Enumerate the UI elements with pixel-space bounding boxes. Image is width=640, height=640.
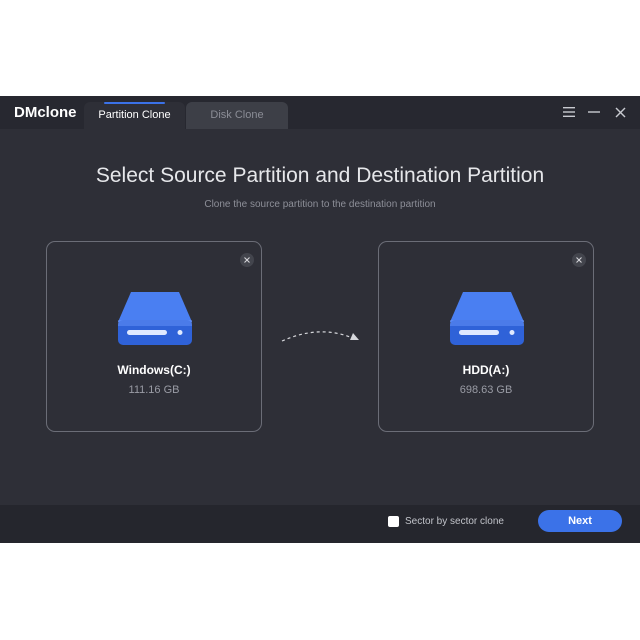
destination-drive-size: 698.63 GB <box>459 384 513 396</box>
close-icon <box>615 107 625 117</box>
drive-icon <box>118 292 192 345</box>
remove-source-button[interactable] <box>240 253 254 267</box>
app-title: DMclone <box>14 104 77 121</box>
title-bar: DMclone Partition Clone Disk Clone <box>0 96 640 129</box>
source-partition-card[interactable]: Windows(C:) 111.16 GB <box>46 241 262 432</box>
app-window: DMclone Partition Clone Disk Clone Selec… <box>0 96 640 543</box>
drive-icon <box>450 292 524 345</box>
close-icon <box>244 257 250 263</box>
direction-arrow-icon <box>281 331 359 342</box>
tab-partition-clone[interactable]: Partition Clone <box>84 102 185 129</box>
close-icon <box>576 257 582 263</box>
menu-button[interactable] <box>558 101 580 123</box>
footer-bar: Sector by sector clone Next <box>0 505 640 543</box>
sector-clone-label[interactable]: Sector by sector clone <box>405 516 504 527</box>
destination-partition-card[interactable]: HDD(A:) 698.63 GB <box>378 241 594 432</box>
next-button[interactable]: Next <box>538 510 622 532</box>
minimize-button[interactable] <box>583 101 605 123</box>
menu-icon <box>563 107 575 117</box>
source-drive-name: Windows(C:) <box>117 363 191 377</box>
destination-drive-name: HDD(A:) <box>462 363 510 377</box>
close-button[interactable] <box>609 101 631 123</box>
tab-disk-clone[interactable]: Disk Clone <box>186 102 288 129</box>
page-title: Select Source Partition and Destination … <box>95 164 545 187</box>
remove-destination-button[interactable] <box>572 253 586 267</box>
source-drive-size: 111.16 GB <box>128 384 180 396</box>
sector-clone-checkbox[interactable] <box>388 516 399 527</box>
minimize-icon <box>588 111 600 113</box>
page-subtitle: Clone the source partition to the destin… <box>204 199 436 210</box>
